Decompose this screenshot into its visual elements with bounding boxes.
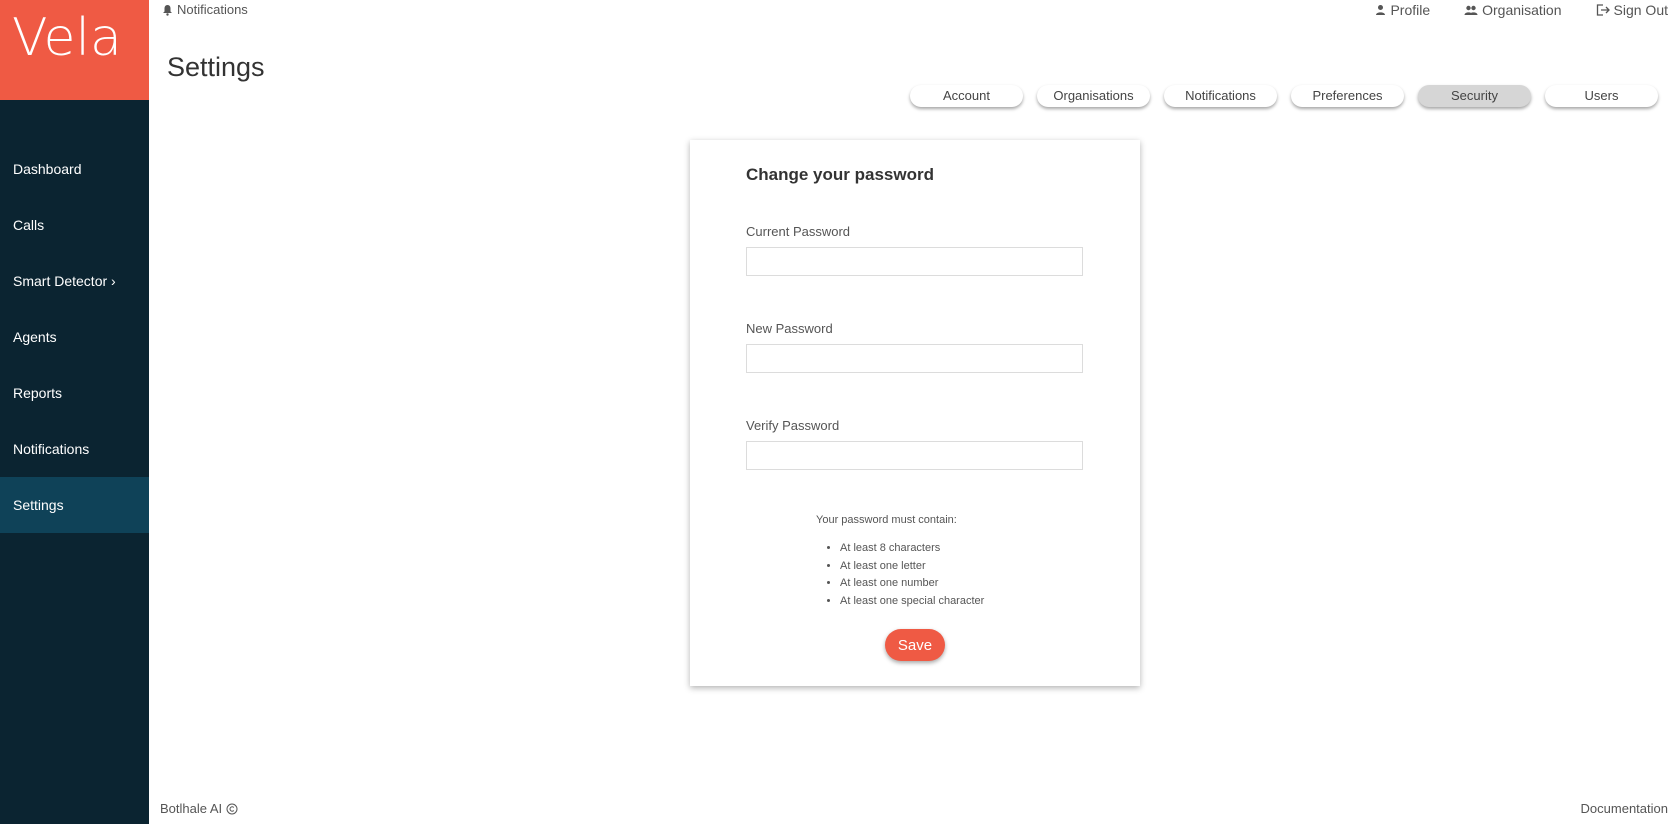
documentation-link[interactable]: Documentation	[1581, 801, 1668, 816]
people-icon	[1464, 4, 1478, 16]
current-password-field[interactable]	[746, 247, 1083, 276]
vela-logo[interactable]: Vela	[0, 0, 149, 100]
requirement-item: At least one number	[840, 575, 984, 593]
notifications-link[interactable]: Notifications	[162, 2, 248, 17]
profile-link[interactable]: Profile	[1375, 2, 1430, 18]
sidebar: Vela Dashboard Calls Smart Detector › Ag…	[0, 0, 149, 824]
footer-copyright: Botlhale AI	[160, 801, 238, 816]
page-title: Settings	[167, 52, 265, 82]
organisation-link[interactable]: Organisation	[1464, 2, 1562, 18]
sidebar-item-reports[interactable]: Reports	[0, 365, 149, 421]
profile-link-label: Profile	[1390, 2, 1431, 18]
person-icon	[1375, 4, 1386, 16]
password-requirements-list: At least 8 characters At least one lette…	[840, 540, 984, 610]
requirement-item: At least one special character	[840, 593, 984, 611]
tab-preferences[interactable]: Preferences	[1291, 85, 1404, 107]
requirement-item: At least one letter	[840, 558, 984, 576]
new-password-field[interactable]	[746, 344, 1083, 373]
sidebar-item-dashboard[interactable]: Dashboard	[0, 141, 149, 197]
new-password-label: New Password	[746, 321, 833, 336]
tab-notifications[interactable]: Notifications	[1164, 85, 1277, 107]
sidebar-item-settings[interactable]: Settings	[0, 477, 149, 533]
copyright-icon	[226, 803, 238, 815]
tab-organisations[interactable]: Organisations	[1037, 85, 1150, 107]
sign-out-icon	[1596, 4, 1610, 16]
tab-account[interactable]: Account	[910, 85, 1023, 107]
save-button[interactable]: Save	[885, 629, 945, 661]
company-name: Botlhale AI	[160, 801, 223, 816]
password-requirements-title: Your password must contain:	[816, 514, 957, 526]
verify-password-label: Verify Password	[746, 418, 840, 433]
tab-security[interactable]: Security	[1418, 85, 1531, 107]
sidebar-item-agents[interactable]: Agents	[0, 309, 149, 365]
requirement-item: At least 8 characters	[840, 540, 984, 558]
verify-password-field[interactable]	[746, 441, 1083, 470]
settings-tabs: Account Organisations Notifications Pref…	[910, 85, 1658, 107]
tab-users[interactable]: Users	[1545, 85, 1658, 107]
sign-out-link-label: Sign Out	[1613, 2, 1668, 18]
change-password-card: Change your password Current Password Ne…	[690, 140, 1140, 686]
sidebar-item-smart-detector[interactable]: Smart Detector ›	[0, 253, 149, 309]
current-password-label: Current Password	[746, 224, 851, 239]
notifications-link-label: Notifications	[177, 2, 248, 17]
sign-out-link[interactable]: Sign Out	[1596, 2, 1668, 18]
sidebar-item-notifications[interactable]: Notifications	[0, 421, 149, 477]
card-title: Change your password	[746, 165, 934, 184]
sidebar-item-calls[interactable]: Calls	[0, 197, 149, 253]
user-menu: Profile Organisation Sign Out	[1375, 2, 1668, 18]
bell-icon	[162, 4, 173, 16]
organisation-link-label: Organisation	[1482, 2, 1562, 18]
sidebar-nav: Dashboard Calls Smart Detector › Agents …	[0, 141, 149, 533]
